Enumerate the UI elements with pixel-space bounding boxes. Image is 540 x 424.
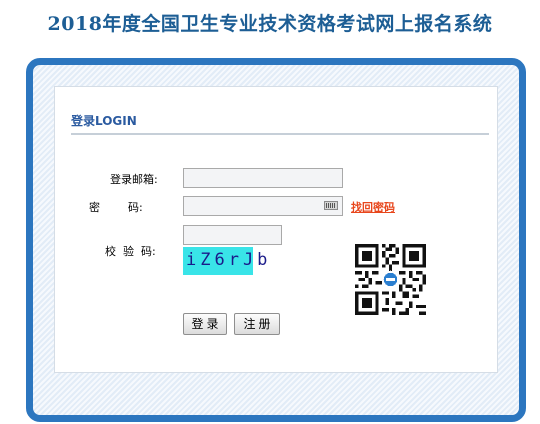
captcha-input[interactable] bbox=[183, 225, 282, 245]
password-label: 密 码: bbox=[89, 201, 143, 214]
page-title: 2018年度全国卫生专业技术资格考试网上报名系统 bbox=[47, 13, 493, 35]
password-input[interactable] bbox=[183, 196, 343, 216]
captcha-image[interactable]: iZ6rJb bbox=[183, 247, 267, 275]
qr-code bbox=[355, 244, 426, 315]
captcha-label: 校 验 码: bbox=[105, 245, 156, 258]
keyboard-icon[interactable] bbox=[324, 201, 338, 210]
login-heading: 登录LOGIN bbox=[71, 114, 137, 128]
heading-divider bbox=[71, 133, 489, 135]
login-button[interactable]: 登录 bbox=[183, 313, 227, 335]
email-input[interactable] bbox=[183, 168, 343, 188]
register-button[interactable]: 注册 bbox=[234, 313, 280, 335]
forgot-password-link[interactable]: 找回密码 bbox=[351, 199, 395, 215]
login-panel: 登录LOGIN 登录邮箱: 密 码: 找回密码 校 验 码: iZ6rJb 登录… bbox=[54, 86, 498, 373]
email-label: 登录邮箱: bbox=[110, 173, 158, 186]
login-frame: 登录LOGIN 登录邮箱: 密 码: 找回密码 校 验 码: iZ6rJb 登录… bbox=[26, 58, 526, 422]
